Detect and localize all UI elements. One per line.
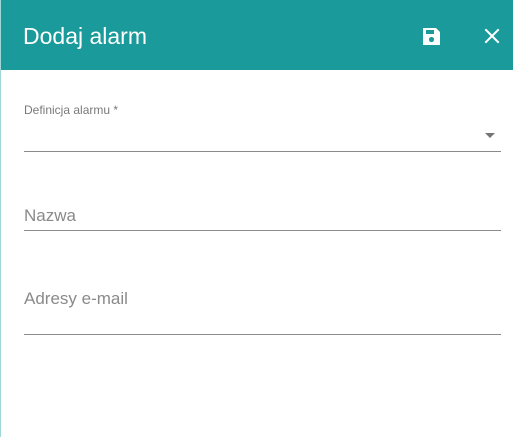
alarm-definition-select[interactable] bbox=[24, 118, 501, 152]
email-field-wrapper bbox=[24, 287, 501, 335]
name-input[interactable] bbox=[24, 201, 501, 230]
dialog-header: Dodaj alarm bbox=[1, 0, 513, 70]
close-icon bbox=[484, 28, 500, 44]
email-addresses-input[interactable] bbox=[24, 287, 501, 311]
save-button[interactable] bbox=[418, 23, 444, 49]
save-icon bbox=[422, 27, 440, 45]
dropdown-arrow-icon[interactable] bbox=[485, 133, 495, 138]
name-field-wrapper bbox=[24, 201, 501, 231]
close-button[interactable] bbox=[479, 23, 505, 49]
alarm-definition-label: Definicja alarmu * bbox=[24, 103, 119, 117]
add-alarm-dialog: Dodaj alarm Definicja alarmu * bbox=[0, 0, 513, 437]
dialog-title: Dodaj alarm bbox=[23, 23, 147, 49]
